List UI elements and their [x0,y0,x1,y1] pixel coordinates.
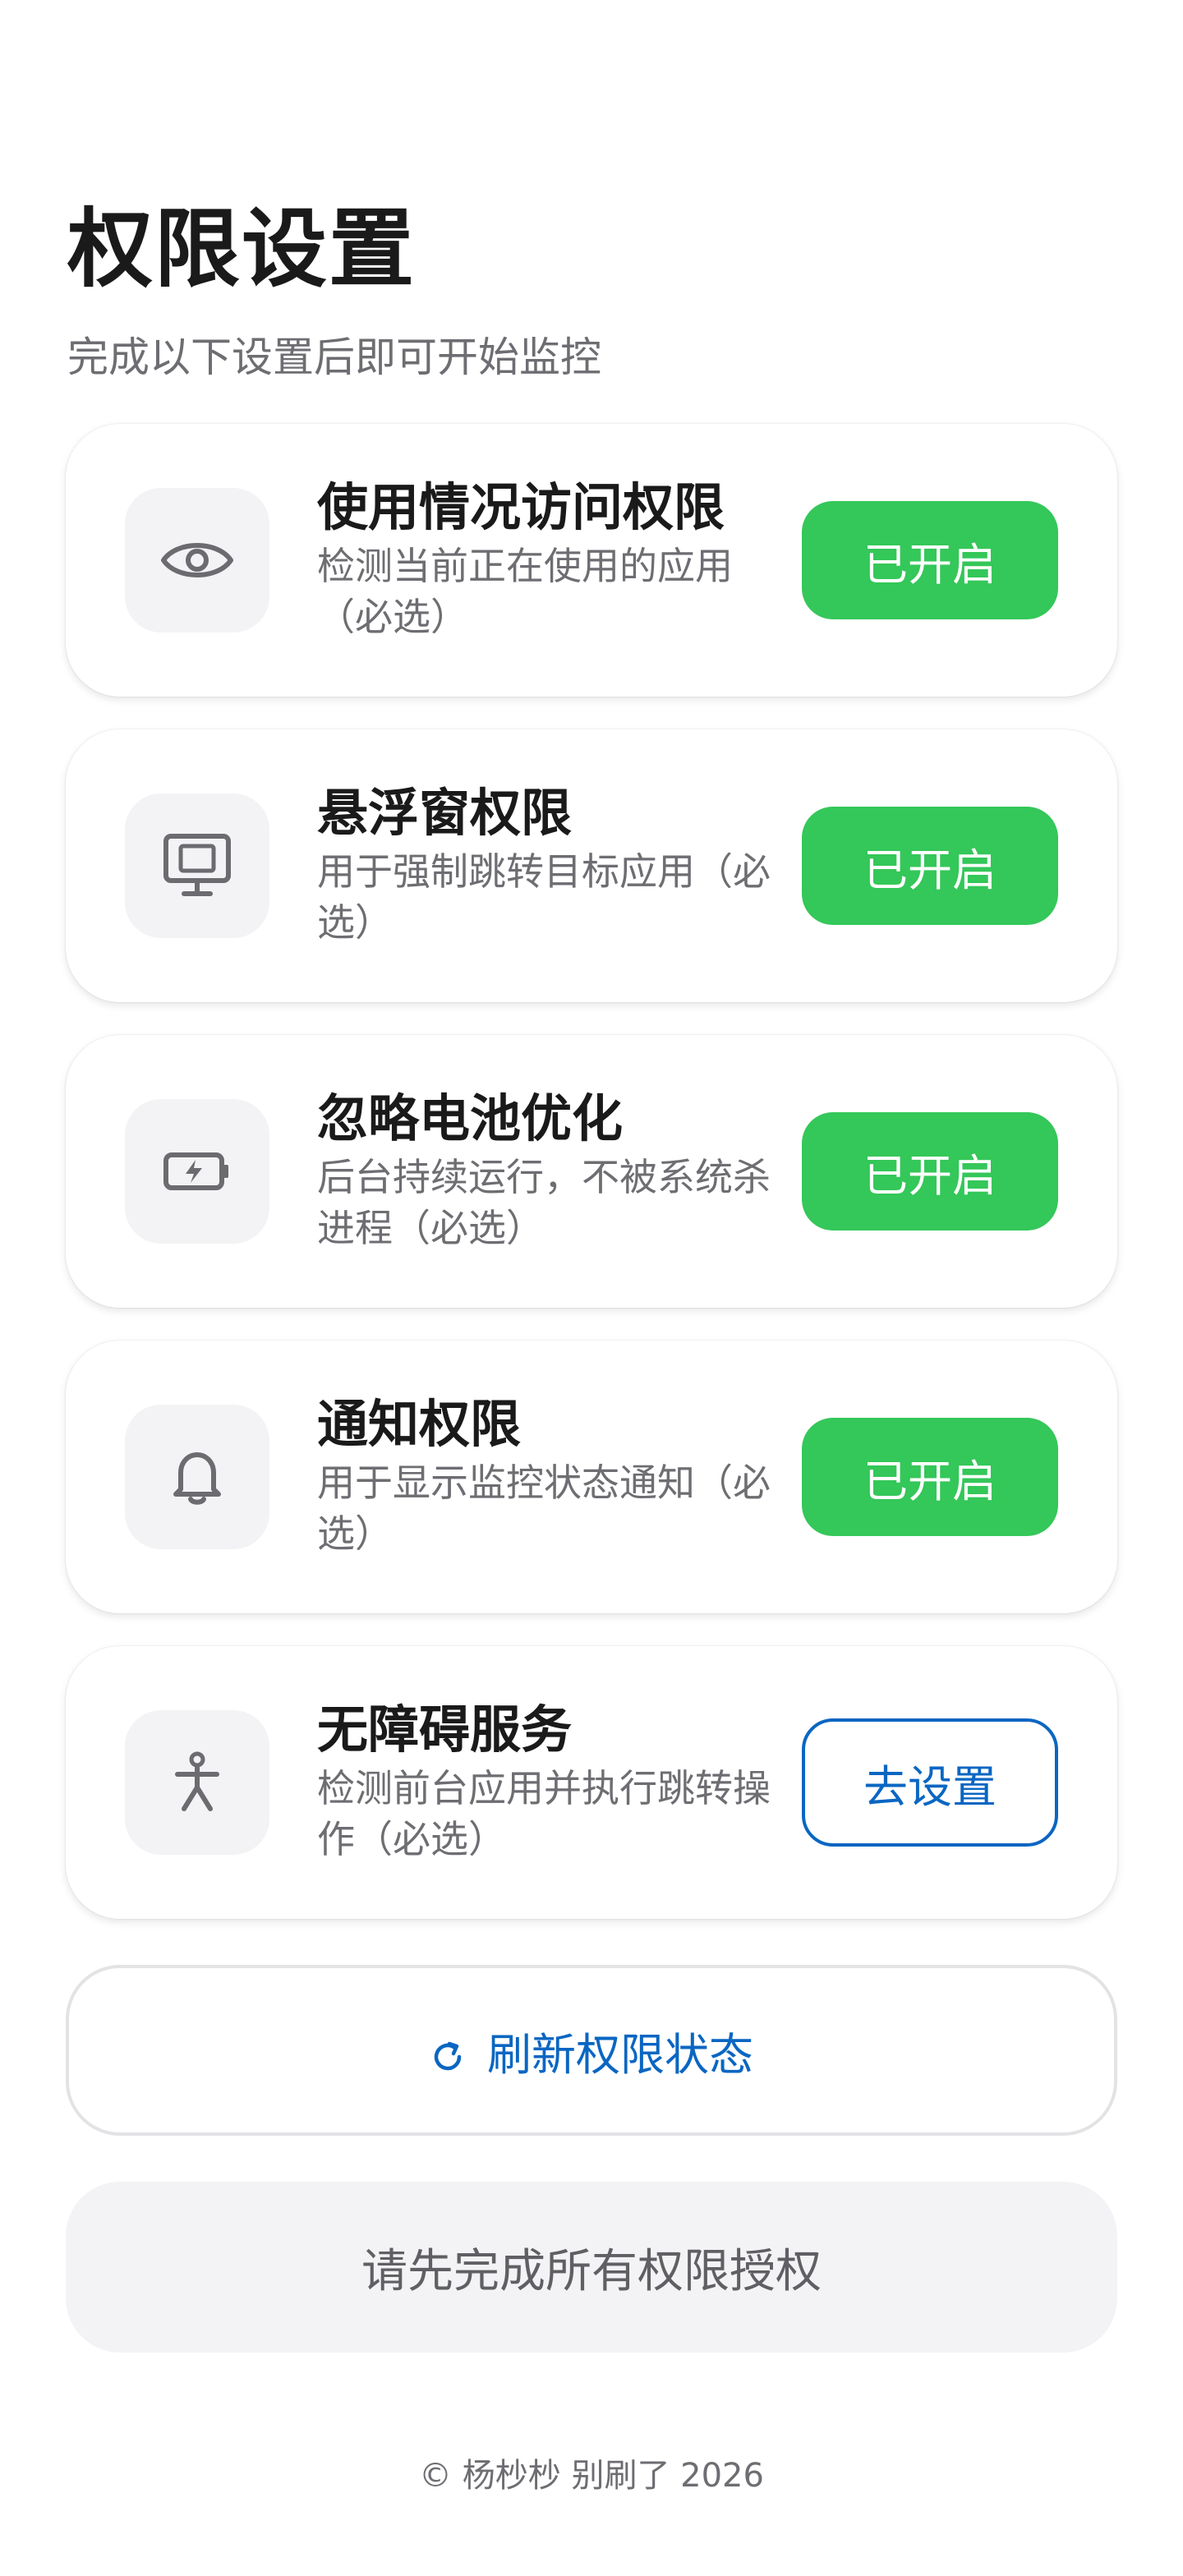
overlay-enabled-button[interactable]: 已开启 [802,807,1058,925]
permission-title: 无障碍服务 [317,1700,573,1760]
permission-card-usage-access: 使用情况访问权限 检测当前正在使用的应用（必选） 已开启 [66,424,1117,697]
permission-description: 后台持续运行，不被系统杀进程（必选） [317,1155,771,1250]
battery-icon [125,1099,269,1244]
eye-icon [125,488,269,632]
page-title: 权限设置 [67,199,417,299]
permission-description: 检测前台应用并执行跳转操作（必选） [317,1766,771,1861]
permission-card-accessibility: 无障碍服务 检测前台应用并执行跳转操作（必选） 去设置 [66,1646,1117,1919]
permission-description: 用于显示监控状态通知（必选） [317,1460,771,1556]
footer-copyright: © 杨杪杪 别刷了 2026 [419,2457,764,2495]
permission-title: 悬浮窗权限 [317,783,573,843]
battery-optimization-enabled-button[interactable]: 已开启 [802,1112,1058,1230]
permission-description: 用于强制跳转目标应用（必选） [317,849,771,945]
accessibility-setup-button[interactable]: 去设置 [802,1718,1058,1847]
usage-access-enabled-button[interactable]: 已开启 [802,501,1058,619]
permission-title: 通知权限 [317,1394,522,1454]
permission-card-overlay: 悬浮窗权限 用于强制跳转目标应用（必选） 已开启 [66,729,1117,1002]
page-subtitle: 完成以下设置后即可开始监控 [67,334,601,381]
permission-setup-screen: 权限设置 完成以下设置后即可开始监控 使用情况访问权限 检测当前正在使用的应用（… [0,0,1183,2576]
refresh-label: 刷新权限状态 [487,2028,753,2081]
notification-enabled-button[interactable]: 已开启 [802,1418,1058,1536]
permission-title: 忽略电池优化 [317,1088,624,1148]
monitor-icon [125,794,269,938]
start-monitoring-button[interactable]: 请先完成所有权限授权 [66,2182,1117,2353]
bell-icon [125,1405,269,1549]
permission-card-notification: 通知权限 用于显示监控状态通知（必选） 已开启 [66,1341,1117,1613]
refresh-permissions-button[interactable]: 刷新权限状态 [66,1965,1117,2136]
permission-description: 检测当前正在使用的应用（必选） [317,544,733,639]
permission-title: 使用情况访问权限 [317,477,725,537]
permission-card-battery: 忽略电池优化 后台持续运行，不被系统杀进程（必选） 已开启 [66,1035,1117,1308]
refresh-icon [430,2039,466,2075]
accessibility-icon [125,1710,269,1855]
